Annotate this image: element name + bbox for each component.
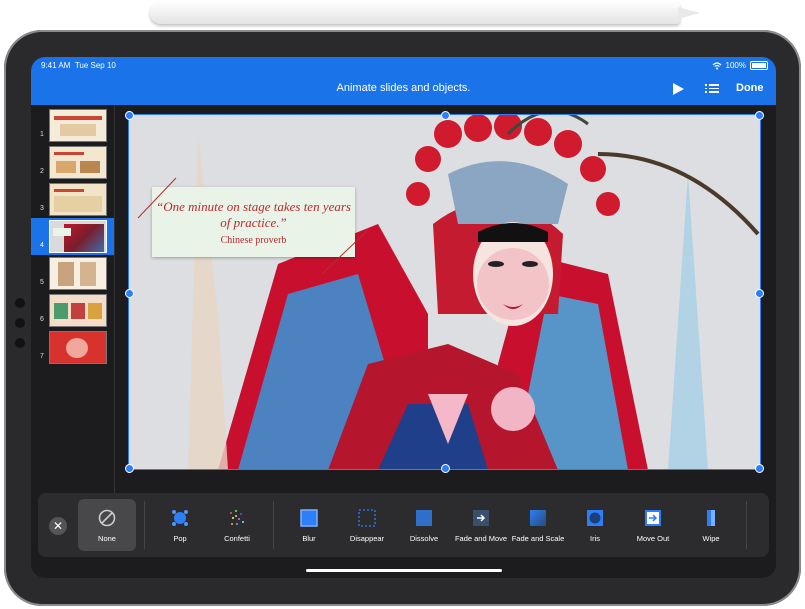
move-out-icon (645, 510, 661, 526)
status-time-date: 9:41 AM Tue Sep 10 (41, 61, 116, 70)
wifi-icon (712, 61, 721, 69)
fade-and-move-icon (473, 510, 489, 526)
side-dot (15, 298, 25, 308)
thumb-image (49, 331, 107, 364)
slide-number: 7 (40, 353, 44, 360)
confetti-icon (230, 510, 244, 525)
slide-thumbnail-5[interactable]: 5 (31, 255, 114, 292)
status-right: 100% (712, 61, 768, 70)
pop-icon (172, 510, 188, 526)
apple-pencil (150, 2, 700, 24)
animation-pop[interactable]: Pop (151, 499, 209, 551)
dissolve-icon (416, 510, 432, 526)
slide-thumbnail-2[interactable]: 2 (31, 144, 114, 181)
slide-thumbnail-6[interactable]: 6 (31, 292, 114, 329)
thumb-image (49, 294, 107, 327)
animation-blur[interactable]: Blur (280, 499, 338, 551)
quote-text-box[interactable]: “One minute on stage takes ten years of … (152, 187, 355, 257)
wipe-icon (707, 510, 715, 526)
slide-number: 2 (40, 168, 44, 175)
none-icon (98, 509, 116, 527)
animation-disappear[interactable]: Disappear (338, 499, 396, 551)
side-dot (15, 338, 25, 348)
slide-navigator: 1 2 3 4 5 6 7 (31, 105, 115, 505)
close-icon[interactable]: ✕ (49, 517, 67, 535)
animation-confetti[interactable]: Confetti (208, 499, 266, 551)
thumb-image (49, 257, 107, 290)
toolbar-title: Animate slides and objects. (336, 82, 471, 94)
fade-and-scale-icon (530, 510, 546, 526)
status-date: Tue Sep 10 (74, 61, 116, 70)
slide-thumbnail-7[interactable]: 7 (31, 329, 114, 366)
pencil-tip (678, 7, 700, 19)
play-icon[interactable] (673, 83, 684, 95)
animation-fade-and-scale[interactable]: Fade and Scale (509, 499, 567, 551)
ipad-screen: 9:41 AM Tue Sep 10 100% Animate slides a… (31, 57, 776, 578)
status-time: 9:41 AM (41, 61, 71, 70)
thumb-image (49, 220, 107, 253)
animation-bar: ✕ None Pop Confetti Blur Disappear Disso… (38, 493, 769, 557)
animation-none[interactable]: None (78, 499, 136, 551)
done-button[interactable]: Done (736, 82, 764, 94)
list-icon[interactable] (705, 82, 719, 95)
slide-thumbnail-3[interactable]: 3 (31, 181, 114, 218)
thumb-image (49, 183, 107, 216)
side-buttons (15, 298, 25, 358)
status-bar: 9:41 AM Tue Sep 10 100% (31, 57, 776, 73)
animation-dissolve[interactable]: Dissolve (395, 499, 453, 551)
side-dot (15, 318, 25, 328)
battery-icon (750, 61, 768, 70)
quote-text: “One minute on stage takes ten years of … (156, 199, 351, 230)
thumb-image (49, 146, 107, 179)
opera-performer-photo (128, 114, 761, 470)
slide-thumbnail-1[interactable]: 1 (31, 107, 114, 144)
animation-fade-and-move[interactable]: Fade and Move (452, 499, 510, 551)
animation-label: Wipe (702, 534, 720, 543)
animation-iris[interactable]: Iris (566, 499, 624, 551)
battery-percent: 100% (725, 61, 746, 70)
animation-move-out[interactable]: Move Out (624, 499, 682, 551)
slide-canvas[interactable]: “One minute on stage takes ten years of … (128, 114, 761, 470)
slide-number: 1 (40, 131, 44, 138)
iris-icon (587, 510, 603, 526)
slide-number: 6 (40, 316, 44, 323)
thumb-image (49, 109, 107, 142)
animation-wipe[interactable]: Wipe (682, 499, 740, 551)
slide-number: 5 (40, 279, 44, 286)
quote-author: Chinese proverb (220, 235, 287, 246)
disappear-icon (358, 509, 376, 527)
blur-icon (300, 509, 318, 527)
slide-number: 3 (40, 205, 44, 212)
slide-thumbnail-4[interactable]: 4 (31, 218, 114, 255)
animation-label: Confetti (224, 534, 250, 543)
divider (746, 501, 747, 549)
home-indicator[interactable] (306, 569, 502, 572)
slide-number: 4 (40, 242, 44, 249)
animation-label: None (98, 534, 116, 543)
toolbar: Animate slides and objects. Done (31, 73, 776, 105)
